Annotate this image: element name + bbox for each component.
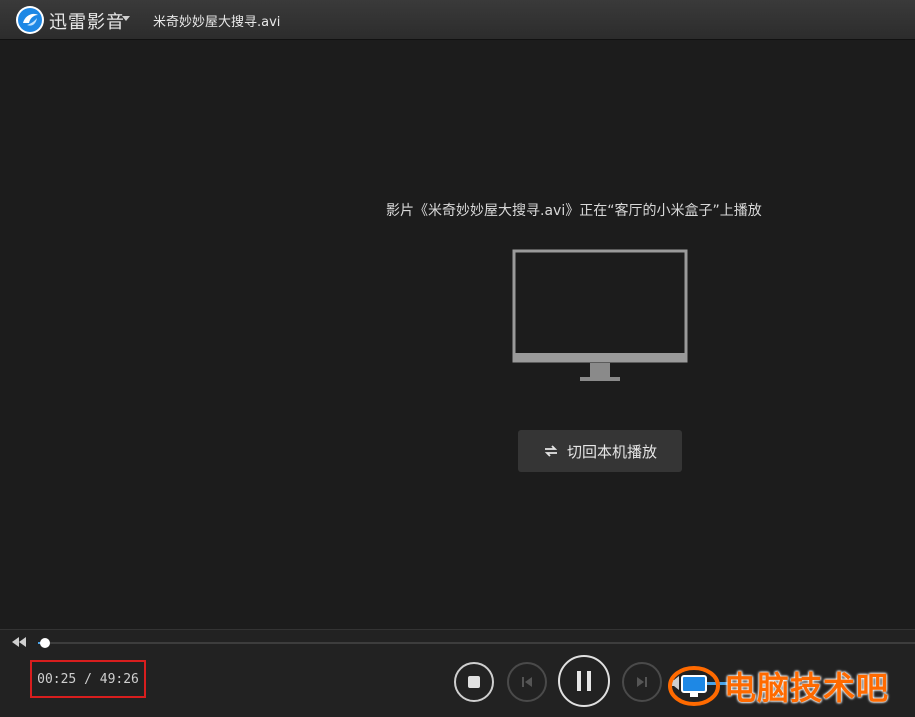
cast-status-text: 影片《米奇妙妙屋大搜寻.avi》正在“客厅的小米盒子”上播放	[386, 203, 762, 219]
switch-arrows-icon	[544, 445, 558, 457]
stop-button[interactable]	[454, 662, 494, 702]
rewind-icon[interactable]	[10, 636, 28, 648]
switch-to-local-button[interactable]: 切回本机播放	[518, 430, 682, 472]
file-title: 米奇妙妙屋大搜寻.avi	[153, 15, 281, 30]
progress-bar[interactable]	[38, 638, 915, 648]
app-menu-caret-icon[interactable]	[122, 16, 130, 21]
progress-handle[interactable]	[40, 638, 50, 648]
app-name[interactable]: 迅雷影音	[49, 8, 125, 34]
site-watermark: 电脑技术吧	[668, 660, 889, 712]
title-bar: 迅雷影音 米奇妙妙屋大搜寻.avi	[0, 0, 915, 40]
previous-button[interactable]	[507, 662, 547, 702]
time-display: 00:25 / 49:26	[30, 660, 146, 698]
watermark-logo-icon	[668, 666, 720, 706]
xunlei-logo-icon[interactable]	[15, 5, 45, 35]
pause-button[interactable]	[558, 655, 610, 707]
tv-monitor-icon	[512, 249, 688, 381]
next-button[interactable]	[622, 662, 662, 702]
skip-next-icon	[637, 677, 647, 687]
player-window: 迅雷影音 米奇妙妙屋大搜寻.avi 影片《米奇妙妙屋大搜寻.avi》正在“客厅的…	[0, 0, 915, 717]
video-area[interactable]: 影片《米奇妙妙屋大搜寻.avi》正在“客厅的小米盒子”上播放 切回本机播放	[0, 40, 915, 629]
watermark-text: 电脑技术吧	[724, 669, 890, 707]
stop-icon	[468, 676, 480, 688]
switch-to-local-label: 切回本机播放	[566, 442, 657, 461]
pause-icon	[577, 671, 591, 691]
skip-previous-icon	[522, 677, 532, 687]
